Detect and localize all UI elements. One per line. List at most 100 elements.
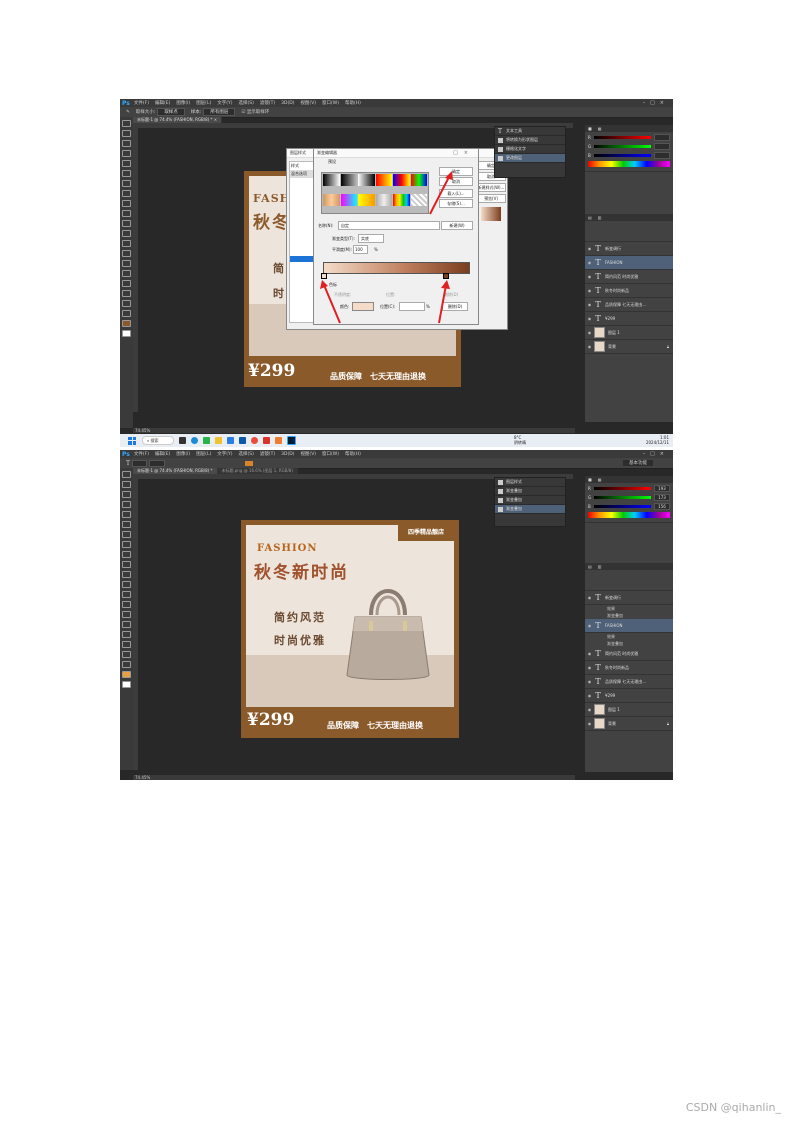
menu-layer[interactable]: 图层(L) [196,451,211,457]
blue-slider[interactable]: B 156 [588,502,670,510]
green-slider[interactable]: G [588,142,670,150]
style-new-button[interactable]: 新建样式(W)... [476,183,506,192]
menu-file[interactable]: 文件(F) [134,100,149,106]
visibility-eye-icon[interactable]: ◉ [587,721,592,726]
crop-tool-icon[interactable] [122,511,131,518]
zoom-tool-icon[interactable] [122,661,131,668]
taskbar-search[interactable]: ⌕ 搜索 [142,436,174,445]
tab-channels[interactable]: ▥ [598,564,602,569]
gradient-new-button[interactable]: 新建(W) [441,221,473,230]
visibility-eye-icon[interactable]: ◉ [587,623,592,628]
layer-row[interactable]: ◉ T 简约风范 时尚优雅 [585,647,673,661]
move-tool-icon[interactable] [122,471,131,478]
background-color-swatch[interactable] [122,681,131,688]
eyedropper-icon[interactable]: ✎ [126,110,130,115]
tab-swatches[interactable]: ▦ [598,126,602,131]
tab-color[interactable]: ■ [588,477,592,482]
system-tray[interactable]: 1:01 2024/12/11 [646,435,669,445]
blue-slider[interactable]: B [588,151,670,159]
preset-swatch[interactable] [410,174,427,186]
history-item[interactable]: 图层样式 [495,478,565,487]
menu-filter[interactable]: 滤镜(T) [260,451,275,457]
healing-tool-icon[interactable] [122,180,131,187]
menu-filter[interactable]: 滤镜(T) [260,100,275,106]
dodge-tool-icon[interactable] [122,601,131,608]
red-slider[interactable]: R [588,133,670,141]
eyedropper-tool-icon[interactable] [122,521,131,528]
history-item[interactable]: 渐变叠加 [495,487,565,496]
history-item[interactable]: 将转换为形状图层 [495,136,565,145]
healing-tool-icon[interactable] [122,531,131,538]
blur-tool-icon[interactable] [122,240,131,247]
color-spectrum[interactable] [588,161,670,167]
visibility-eye-icon[interactable]: ◉ [587,665,592,670]
visibility-eye-icon[interactable]: ◉ [587,274,592,279]
visibility-eye-icon[interactable]: ◉ [587,651,592,656]
visibility-eye-icon[interactable]: ◉ [587,679,592,684]
smoothness-input[interactable]: 100 [353,245,368,254]
layer-effect-row[interactable]: 效果 [585,633,673,640]
font-family-select[interactable] [132,459,148,467]
pen-tool-icon[interactable] [122,611,131,618]
preset-select[interactable]: 基本功能 [623,460,653,466]
preset-swatch[interactable] [375,193,392,206]
marquee-tool-icon[interactable] [122,130,131,137]
visibility-eye-icon[interactable]: ◉ [587,316,592,321]
photoshop-taskbar-icon[interactable] [287,436,296,445]
menu-file[interactable]: 文件(F) [134,451,149,457]
visibility-eye-icon[interactable]: ◉ [587,693,592,698]
green-value[interactable]: 173 [654,493,670,501]
gradient-type-select[interactable]: 实底 [358,234,384,243]
history-item[interactable]: T 文本工具 [495,127,565,136]
tab-color[interactable]: ■ [588,126,592,131]
path-select-icon[interactable] [122,631,131,638]
eraser-tool-icon[interactable] [122,571,131,578]
history-item[interactable]: 渐变叠加 [495,505,565,514]
gradient-tool-icon[interactable] [122,230,131,237]
crop-tool-icon[interactable] [122,160,131,167]
visibility-eye-icon[interactable]: ◉ [587,302,592,307]
preset-swatch[interactable] [375,174,392,186]
preset-swatch[interactable] [323,193,340,206]
preset-swatch[interactable] [323,174,340,186]
path-select-icon[interactable] [122,280,131,287]
visibility-eye-icon[interactable]: ◉ [587,246,592,251]
quick-select-tool-icon[interactable] [122,501,131,508]
layer-row[interactable]: ◉ T 品质保障 七天无理由... [585,675,673,689]
wechat-icon[interactable] [203,437,210,444]
preset-swatch[interactable] [393,193,410,206]
preset-swatch[interactable] [410,193,427,206]
menu-help[interactable]: 帮助(H) [345,451,361,457]
history-item[interactable]: 渐变叠加 [495,496,565,505]
preset-swatch[interactable] [393,174,410,186]
move-tool-icon[interactable] [122,120,131,127]
menu-image[interactable]: 图像(I) [176,451,190,457]
sample-select[interactable]: 所有图层 [203,108,236,116]
layer-row[interactable]: ◉ T 简约风范 时尚优雅 [585,270,673,284]
type-tool-icon[interactable] [122,270,131,277]
menu-type[interactable]: 文字(Y) [217,451,232,457]
font-size-select[interactable] [149,459,165,467]
lasso-tool-icon[interactable] [122,491,131,498]
red-value[interactable]: 193 [654,484,670,492]
tab-layers[interactable]: ▤ [588,564,592,569]
visibility-eye-icon[interactable]: ◉ [587,595,592,600]
marquee-tool-icon[interactable] [122,481,131,488]
layer-row[interactable]: ◉ 背景 🔒︎ [585,340,673,354]
window-controls[interactable]: –□× [643,451,669,457]
app-icon[interactable] [227,437,234,444]
stamp-tool-icon[interactable] [122,551,131,558]
gradient-tool-icon[interactable] [122,581,131,588]
menu-3d[interactable]: 3D(D) [281,452,294,457]
menu-view[interactable]: 视图(V) [300,451,316,457]
tab-swatches[interactable]: ▦ [598,477,602,482]
app-icon[interactable] [251,437,258,444]
task-view-icon[interactable] [179,437,186,444]
eraser-tool-icon[interactable] [122,220,131,227]
gradient-presets[interactable] [321,172,429,214]
color-spectrum[interactable] [588,512,670,518]
layer-effect-row[interactable]: 效果 [585,605,673,612]
explorer-icon[interactable] [215,437,222,444]
menu-view[interactable]: 视图(V) [300,100,316,106]
menu-select[interactable]: 选择(S) [238,451,253,457]
